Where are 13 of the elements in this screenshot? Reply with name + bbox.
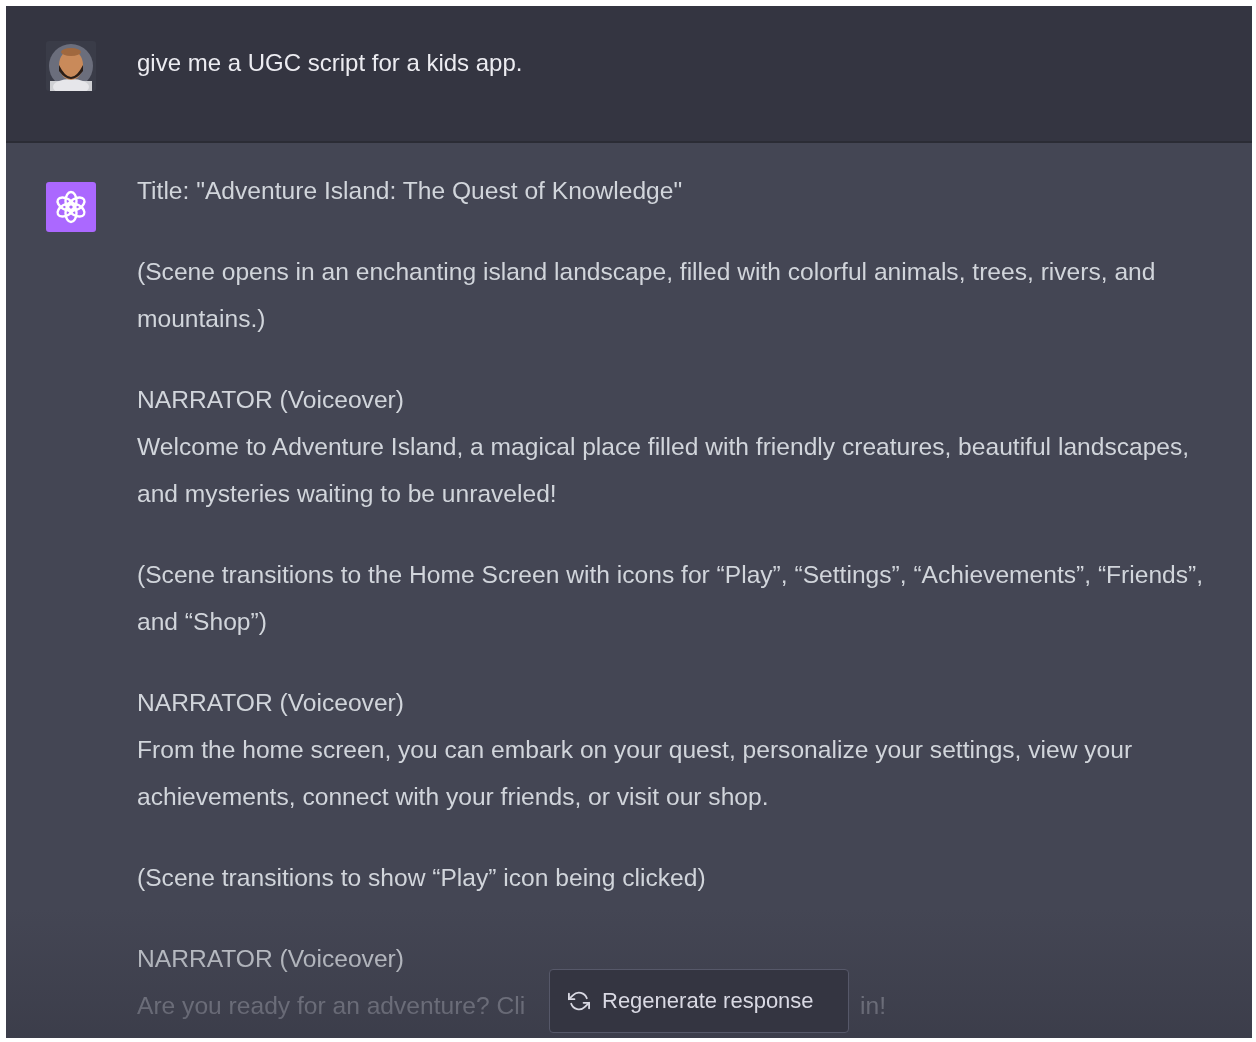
message-text: From the home screen, you can embark on your quest, personalize your settings, view your achievements, connect with your friends, or visit our shop. [137,735,1134,812]
regenerate-button[interactable]: Regenerate response [549,969,849,1033]
message-paragraph: (Scene transitions to the Home Screen with icons for “Play”, “Settings”, “Achievements”, “Friends”, and “Shop”) [137,560,1205,637]
user-message: give me a UGC script for a kids app. [137,48,523,78]
speaker-label: NARRATOR (Voiceover) [137,688,405,718]
message-paragraph: Title: "Adventure Island: The Quest of Knowledge" [137,176,684,206]
speaker-label: NARRATOR (Voiceover) [137,944,405,974]
message-text: Welcome to Adventure Island, a magical place filled with friendly creatures, beautiful landscapes, and mysteries waiting to be unraveled! [137,432,1191,509]
message-paragraph: (Scene opens in an enchanting island landscape, filled with colorful animals, trees, rivers, and mountains.) [137,257,1157,334]
refresh-icon [568,990,590,1012]
speaker-label: NARRATOR (Voiceover) [137,385,405,415]
message-paragraph: (Scene transitions to show “Play” icon being clicked) [137,863,707,893]
knot-logo-icon [46,182,96,232]
